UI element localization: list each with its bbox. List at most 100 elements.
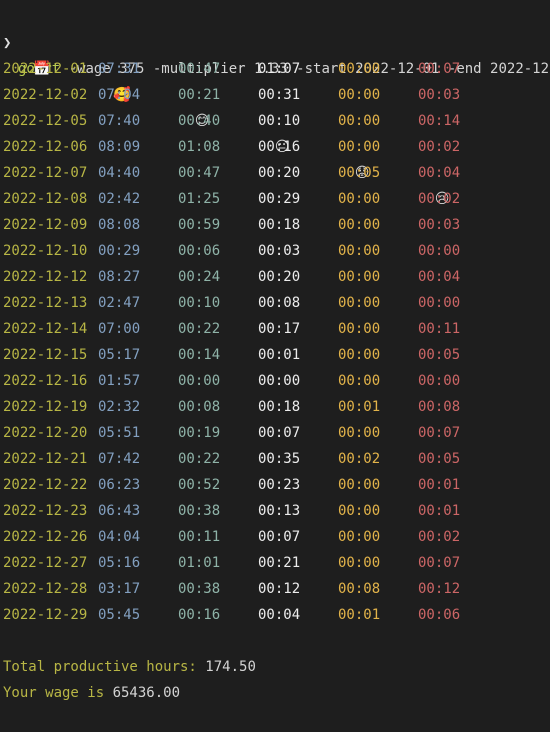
- row-col3-time: 00:18: [258, 217, 301, 233]
- row-col1-time: 06:43: [98, 503, 141, 519]
- row-date: 2022-12-16: [3, 373, 88, 389]
- row-col4-time: 00:00: [338, 477, 381, 493]
- row-col1-time: 04:40: [98, 165, 141, 181]
- wage-label: Your wage is: [3, 685, 113, 701]
- table-row: 2022-12-08 02:42 01:25 00:29 00:00 00:02: [0, 186, 550, 212]
- row-col3-time: 00:04: [258, 607, 301, 623]
- row-date: 2022-12-27: [3, 555, 88, 571]
- row-col3-time: 01:07: [258, 61, 301, 77]
- row-col5-time: 00:01: [418, 503, 461, 519]
- total-hours-line: Total productive hours: 174.50: [0, 628, 550, 675]
- row-col3-time: 00:23: [258, 477, 301, 493]
- row-date: 2022-12-14: [3, 321, 88, 337]
- row-col2-time: 00:08: [178, 399, 221, 415]
- row-col3-time: 00:35: [258, 451, 301, 467]
- row-col3-time: 00:13: [258, 503, 301, 519]
- row-col4-time: 00:00: [338, 347, 381, 363]
- row-col4-time: 00:00: [338, 373, 381, 389]
- row-col2-time: 00:47: [178, 61, 221, 77]
- row-col1-time: 05:51: [98, 425, 141, 441]
- row-col1-time: 02:32: [98, 399, 141, 415]
- row-col5-time: 00:06: [418, 607, 461, 623]
- row-col1-time: 05:16: [98, 555, 141, 571]
- row-date: 2022-12-29: [3, 607, 88, 623]
- table-row: 2022-12-05 07:40 00:40 00:10 00:00 00:14: [0, 108, 550, 134]
- row-col3-time: 00:29: [258, 191, 301, 207]
- row-date: 2022-12-10: [3, 243, 88, 259]
- row-col4-time: 00:00: [338, 321, 381, 337]
- row-col1-time: 02:42: [98, 191, 141, 207]
- row-col5-time: 00:07: [418, 555, 461, 571]
- row-col1-time: 04:04: [98, 529, 141, 545]
- row-date: 2022-12-19: [3, 399, 88, 415]
- row-col3-time: 00:18: [258, 399, 301, 415]
- row-col1-time: 05:17: [98, 347, 141, 363]
- row-col5-time: 00:02: [418, 139, 461, 155]
- row-col5-time: 00:03: [418, 217, 461, 233]
- row-col5-time: 00:08: [418, 399, 461, 415]
- table-row: 2022-12-27 05:16 01:01 00:21 00:00 00:07: [0, 550, 550, 576]
- row-col4-time: 00:08: [338, 581, 381, 597]
- table-row: 2022-12-12 08:27 00:24 00:20 00:00 00:04: [0, 264, 550, 290]
- table-header: 📅 🥰 😊 😐 😟 😢: [0, 30, 550, 207]
- row-col2-time: 00:10: [178, 295, 221, 311]
- table-row: 2022-12-20 05:51 00:19 00:07 00:00 00:07: [0, 420, 550, 446]
- row-col4-time: 00:01: [338, 607, 381, 623]
- row-date: 2022-12-12: [3, 269, 88, 285]
- row-date: 2022-12-06: [3, 139, 88, 155]
- row-col3-time: 00:07: [258, 425, 301, 441]
- row-col3-time: 00:03: [258, 243, 301, 259]
- row-col4-time: 00:00: [338, 113, 381, 129]
- row-col1-time: 07:00: [98, 321, 141, 337]
- row-col1-time: 08:27: [98, 269, 141, 285]
- table-row: 2022-12-16 01:57 00:00 00:00 00:00 00:00: [0, 368, 550, 394]
- row-col5-time: 00:02: [418, 191, 461, 207]
- row-col1-time: 01:57: [98, 373, 141, 389]
- row-col3-time: 00:10: [258, 113, 301, 129]
- row-col3-time: 00:31: [258, 87, 301, 103]
- row-col1-time: 08:08: [98, 217, 141, 233]
- row-col3-time: 00:17: [258, 321, 301, 337]
- row-col1-time: 07:04: [98, 87, 141, 103]
- row-date: 2022-12-07: [3, 165, 88, 181]
- row-col5-time: 00:00: [418, 373, 461, 389]
- row-col4-time: 00:01: [338, 399, 381, 415]
- row-col2-time: 00:22: [178, 451, 221, 467]
- row-col5-time: 00:07: [418, 61, 461, 77]
- row-date: 2022-12-20: [3, 425, 88, 441]
- row-col4-time: 00:00: [338, 503, 381, 519]
- row-col2-time: 00:38: [178, 503, 221, 519]
- row-col1-time: 07:31: [98, 61, 141, 77]
- row-col4-time: 00:00: [338, 529, 381, 545]
- row-date: 2022-12-22: [3, 477, 88, 493]
- terminal-window[interactable]: ❯ go-rt -wage 375 -multiplier 1.33 -star…: [0, 0, 550, 701]
- row-col2-time: 00:06: [178, 243, 221, 259]
- row-col2-time: 01:01: [178, 555, 221, 571]
- row-col2-time: 00:00: [178, 373, 221, 389]
- table-row: 2022-12-01 07:31 00:47 01:07 00:00 00:07: [0, 56, 550, 82]
- row-col4-time: 00:00: [338, 555, 381, 571]
- row-col3-time: 00:21: [258, 555, 301, 571]
- row-date: 2022-12-26: [3, 529, 88, 545]
- row-col5-time: 00:05: [418, 451, 461, 467]
- row-date: 2022-12-28: [3, 581, 88, 597]
- table-row: 2022-12-22 06:23 00:52 00:23 00:00 00:01: [0, 472, 550, 498]
- row-date: 2022-12-08: [3, 191, 88, 207]
- wage-text: Your wage is 65436.00: [3, 680, 180, 706]
- row-col2-time: 00:52: [178, 477, 221, 493]
- table-row: 2022-12-09 08:08 00:59 00:18 00:00 00:03: [0, 212, 550, 238]
- table-row: 2022-12-10 00:29 00:06 00:03 00:00 00:00: [0, 238, 550, 264]
- row-col5-time: 00:12: [418, 581, 461, 597]
- row-col5-time: 00:07: [418, 425, 461, 441]
- row-col3-time: 00:12: [258, 581, 301, 597]
- row-col2-time: 00:22: [178, 321, 221, 337]
- row-col2-time: 00:47: [178, 165, 221, 181]
- table-row: 2022-12-28 03:17 00:38 00:12 00:08 00:12: [0, 576, 550, 602]
- table-row: 2022-12-02 07:04 00:21 00:31 00:00 00:03: [0, 82, 550, 108]
- row-col5-time: 00:04: [418, 165, 461, 181]
- table-row: 2022-12-21 07:42 00:22 00:35 00:02 00:05: [0, 446, 550, 472]
- row-date: 2022-12-15: [3, 347, 88, 363]
- row-col5-time: 00:14: [418, 113, 461, 129]
- row-col2-time: 01:25: [178, 191, 221, 207]
- row-date: 2022-12-09: [3, 217, 88, 233]
